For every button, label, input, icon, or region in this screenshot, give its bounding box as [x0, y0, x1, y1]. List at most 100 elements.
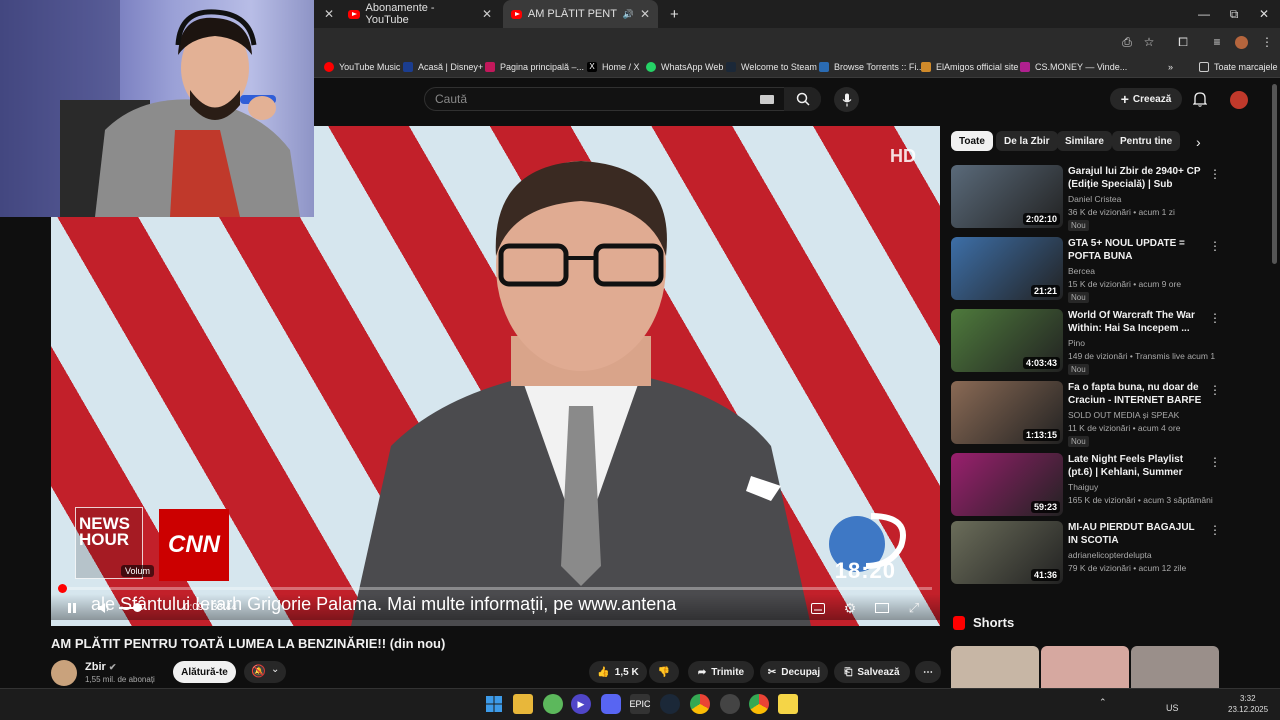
- chrome-icon[interactable]: [690, 694, 710, 714]
- theater-mode-button[interactable]: [873, 599, 891, 617]
- recommendation-item[interactable]: 4:03:43 World Of Warcraft The War Within:…: [951, 309, 1221, 375]
- clock-time[interactable]: 3:32: [1240, 694, 1256, 703]
- tab-abonamente[interactable]: Abonamente - YouTube ✕: [340, 0, 500, 28]
- profile-avatar-icon[interactable]: [1232, 33, 1250, 51]
- bookmark-steam[interactable]: Welcome to Steam: [726, 59, 817, 75]
- more-options-icon[interactable]: ⋮: [1209, 523, 1221, 537]
- extensions-icon[interactable]: ⧠: [1174, 33, 1192, 51]
- bookmark-whatsapp[interactable]: WhatsApp Web: [646, 59, 723, 75]
- bookmark-torrents[interactable]: Browse Torrents :: Fi...: [819, 59, 924, 75]
- video-thumbnail[interactable]: 41:36: [951, 521, 1063, 584]
- bookmark-disney[interactable]: Acasă | Disney+: [403, 59, 483, 75]
- recommendation-item[interactable]: 1:13:15 Fa o fapta buna, nu doar de Craci…: [951, 381, 1221, 447]
- speaker-icon[interactable]: 🔊: [623, 9, 634, 20]
- more-options-icon[interactable]: ⋮: [1209, 383, 1221, 397]
- chip-from-channel[interactable]: De la Zbir: [996, 131, 1058, 151]
- video-thumbnail[interactable]: 59:23: [951, 453, 1063, 516]
- tray-overflow-icon[interactable]: ⌃: [1099, 697, 1107, 708]
- restore-button[interactable]: ⧉: [1218, 0, 1250, 28]
- video-thumbnail[interactable]: 2:02:10: [951, 165, 1063, 228]
- steam-icon[interactable]: [660, 694, 680, 714]
- notes-app-icon[interactable]: [778, 694, 798, 714]
- start-button[interactable]: [484, 694, 504, 714]
- video-thumbnail[interactable]: 4:03:43: [951, 309, 1063, 372]
- recommendation-title[interactable]: MI-AU PIERDUT BAGAJUL IN SCOTIA: [1068, 521, 1203, 547]
- recommendation-item[interactable]: 21:21 GTA 5+ NOUL UPDATE = POFTA BUNA Berc…: [951, 237, 1221, 303]
- short-thumbnail[interactable]: [951, 646, 1039, 688]
- keyboard-icon[interactable]: [760, 95, 774, 104]
- bookmark-elamigos[interactable]: ElAmigos official site: [921, 59, 1018, 75]
- channel-avatar[interactable]: [51, 660, 77, 686]
- chrome-active-icon[interactable]: [749, 694, 769, 714]
- save-button[interactable]: ⎗ Salvează: [834, 661, 910, 683]
- browser-menu-icon[interactable]: ⋮: [1258, 33, 1276, 51]
- clip-button[interactable]: ✂ Decupaj: [760, 661, 828, 683]
- more-actions-button[interactable]: ⋯: [915, 661, 941, 683]
- tab-search-icon[interactable]: ≡: [1208, 33, 1226, 51]
- page-scrollbar[interactable]: [1272, 84, 1277, 264]
- recommendation-item[interactable]: 59:23 Late Night Feels Playlist (pt.6) | …: [951, 453, 1221, 517]
- clock-date[interactable]: 23.12.2025: [1228, 705, 1268, 714]
- like-button[interactable]: 👍 1,5 K: [589, 661, 647, 683]
- subscription-bell-button[interactable]: 🔕 ⌄: [244, 661, 286, 683]
- chevron-right-icon[interactable]: ›: [1196, 134, 1201, 150]
- close-window-button[interactable]: ✕: [1248, 0, 1280, 28]
- share-button[interactable]: ➦ Trimite: [688, 661, 754, 683]
- recommendation-title[interactable]: Fa o fapta buna, nu doar de Craciun - IN…: [1068, 381, 1203, 407]
- recommendation-channel[interactable]: adrianelicopterdelupta: [1068, 550, 1152, 560]
- close-tab-button[interactable]: ✕: [316, 0, 334, 28]
- chip-all[interactable]: Toate: [951, 131, 993, 151]
- voice-search-button[interactable]: [834, 87, 859, 112]
- recommendation-title[interactable]: Garajul lui Zbir de 2940+ CP (Ediție Spe…: [1068, 165, 1203, 191]
- subtitles-button[interactable]: [809, 599, 827, 617]
- recommendation-item[interactable]: 41:36 MI-AU PIERDUT BAGAJUL IN SCOTIA adri…: [951, 521, 1221, 585]
- phone-link-icon[interactable]: [543, 694, 563, 714]
- chip-for-you[interactable]: Pentru tine: [1112, 131, 1181, 151]
- recommendation-channel[interactable]: Pino: [1068, 338, 1085, 348]
- recommendation-item[interactable]: 2:02:10 Garajul lui Zbir de 2940+ CP (Edi…: [951, 165, 1221, 231]
- recommendation-channel[interactable]: Daniel Cristea: [1068, 194, 1121, 204]
- video-thumbnail[interactable]: 1:13:15: [951, 381, 1063, 444]
- more-options-icon[interactable]: ⋮: [1209, 167, 1221, 181]
- media-player-icon[interactable]: ▶: [571, 694, 591, 714]
- more-options-icon[interactable]: ⋮: [1209, 239, 1221, 253]
- close-icon[interactable]: ✕: [640, 7, 650, 21]
- account-avatar[interactable]: [1230, 91, 1248, 109]
- install-app-icon[interactable]: ⎙: [1118, 33, 1136, 51]
- volume-handle[interactable]: [133, 603, 142, 612]
- settings-button[interactable]: ⚙: [841, 599, 859, 617]
- more-options-icon[interactable]: ⋮: [1209, 311, 1221, 325]
- keyboard-language[interactable]: US: [1166, 703, 1179, 713]
- recommendation-title[interactable]: Late Night Feels Playlist (pt.6) | Kehla…: [1068, 453, 1203, 479]
- file-explorer-icon[interactable]: [513, 694, 533, 714]
- chip-similar[interactable]: Similare: [1057, 131, 1112, 151]
- discord-icon[interactable]: [601, 694, 621, 714]
- tab-current-video[interactable]: AM PLĂTIT PENTRU TOATĂ 🔊 ✕: [503, 0, 658, 28]
- more-options-icon[interactable]: ⋮: [1209, 455, 1221, 469]
- fullscreen-button[interactable]: ⤢: [905, 599, 923, 617]
- obs-icon[interactable]: [720, 694, 740, 714]
- bookmark-x[interactable]: X Home / X: [587, 59, 640, 75]
- recommendation-channel[interactable]: Bercea: [1068, 266, 1095, 276]
- create-button[interactable]: + Creează: [1110, 88, 1182, 110]
- notifications-button[interactable]: [1190, 89, 1210, 109]
- recommendation-title[interactable]: GTA 5+ NOUL UPDATE = POFTA BUNA: [1068, 237, 1203, 263]
- join-button[interactable]: Alătură-te: [173, 661, 236, 683]
- dislike-button[interactable]: 👎: [649, 661, 679, 683]
- bookmark-wikipedia[interactable]: Pagina principală –...: [485, 59, 584, 75]
- mute-button[interactable]: [95, 599, 113, 617]
- more-bookmarks-icon[interactable]: »: [1168, 59, 1173, 75]
- epic-games-icon[interactable]: EPIC: [630, 694, 651, 714]
- search-input[interactable]: [435, 88, 755, 110]
- short-thumbnail[interactable]: [1041, 646, 1129, 688]
- recommendation-channel[interactable]: Thaiguy: [1068, 482, 1098, 492]
- recommendation-channel[interactable]: SOLD OUT MEDIA și SPEAK: [1068, 410, 1179, 420]
- video-thumbnail[interactable]: 21:21: [951, 237, 1063, 300]
- pause-button[interactable]: [63, 599, 81, 617]
- search-button[interactable]: [784, 87, 821, 111]
- bookmark-csmoney[interactable]: CS.MONEY — Vinde...: [1020, 59, 1127, 75]
- new-tab-button[interactable]: +: [662, 0, 687, 28]
- minimize-button[interactable]: —: [1188, 0, 1220, 28]
- all-bookmarks[interactable]: Toate marcajele: [1199, 59, 1278, 75]
- recommendation-title[interactable]: World Of Warcraft The War Within: Hai Sa…: [1068, 309, 1203, 335]
